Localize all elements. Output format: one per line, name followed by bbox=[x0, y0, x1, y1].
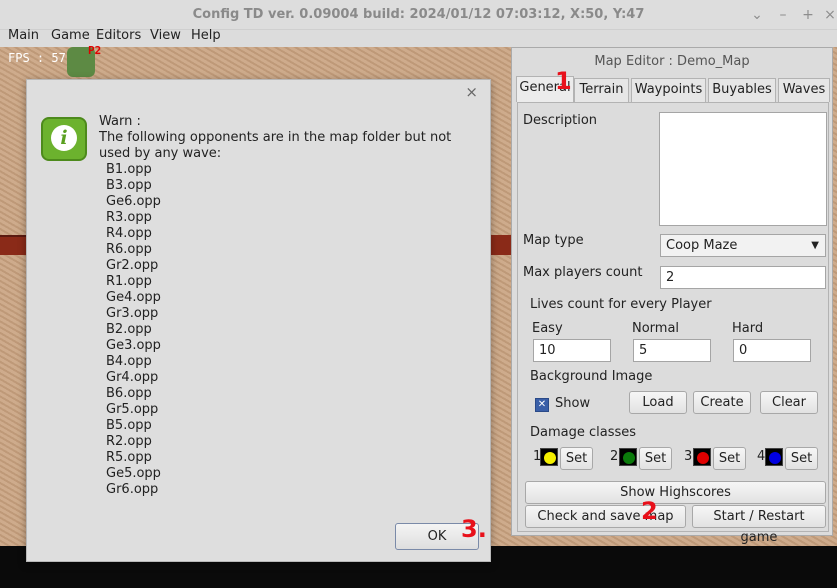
annotation-2: 2 bbox=[641, 497, 658, 525]
list-item: Ge3.opp bbox=[106, 338, 161, 353]
damage-color-swatch bbox=[693, 448, 711, 466]
background-image-label: Background Image bbox=[530, 369, 653, 384]
list-item: B6.opp bbox=[106, 386, 152, 401]
list-item: R5.opp bbox=[106, 450, 152, 465]
list-item: R4.opp bbox=[106, 226, 152, 241]
normal-label: Normal bbox=[632, 321, 680, 336]
damage-set-button[interactable]: Set bbox=[560, 447, 593, 470]
damage-color-swatch bbox=[765, 448, 783, 466]
hard-label: Hard bbox=[732, 321, 764, 336]
opponent-file-list: B1.opp B3.opp Ge6.opp R3.opp R4.opp R6.o… bbox=[106, 162, 484, 498]
easy-lives-input[interactable]: 10 bbox=[533, 339, 611, 362]
info-icon: i bbox=[41, 117, 87, 161]
menu-help[interactable]: Help bbox=[191, 28, 221, 43]
warn-dialog: × i Warn : The following opponents are i… bbox=[26, 79, 491, 562]
maximize-icon[interactable]: + bbox=[799, 6, 817, 24]
list-item: Ge5.opp bbox=[106, 466, 161, 481]
window-titlebar: Config TD ver. 0.09004 build: 2024/01/12… bbox=[0, 0, 837, 30]
easy-label: Easy bbox=[532, 321, 563, 336]
menu-view[interactable]: View bbox=[150, 28, 181, 43]
general-panel: Description Map type Coop Maze ▼ Max pla… bbox=[517, 102, 829, 545]
window-title: Config TD ver. 0.09004 build: 2024/01/12… bbox=[192, 7, 645, 22]
list-item: B3.opp bbox=[106, 178, 152, 193]
list-item: B2.opp bbox=[106, 322, 152, 337]
list-item: Ge4.opp bbox=[106, 290, 161, 305]
list-item: Gr2.opp bbox=[106, 258, 159, 273]
check-save-map-button[interactable]: Check and save map bbox=[525, 505, 686, 528]
menu-editors[interactable]: Editors bbox=[96, 28, 141, 43]
list-item: B5.opp bbox=[106, 418, 152, 433]
list-item: Gr5.opp bbox=[106, 402, 159, 417]
damage-color-swatch bbox=[619, 448, 637, 466]
damage-set-button[interactable]: Set bbox=[713, 447, 746, 470]
close-icon[interactable]: × bbox=[465, 83, 478, 101]
path-segment bbox=[0, 235, 26, 255]
clear-button[interactable]: Clear bbox=[760, 391, 818, 414]
player-tag: P2 bbox=[88, 44, 102, 57]
warn-header: Warn : bbox=[99, 114, 141, 129]
tab-terrain[interactable]: Terrain bbox=[574, 78, 629, 102]
list-item: R1.opp bbox=[106, 274, 152, 289]
chevron-down-icon: ▼ bbox=[811, 240, 819, 251]
list-item: R3.opp bbox=[106, 210, 152, 225]
path-segment bbox=[490, 235, 512, 255]
lives-label: Lives count for every Player bbox=[530, 297, 712, 312]
list-item: R2.opp bbox=[106, 434, 152, 449]
tab-buyables[interactable]: Buyables bbox=[708, 78, 776, 102]
map-type-label: Map type bbox=[523, 233, 584, 248]
map-type-select[interactable]: Coop Maze ▼ bbox=[660, 234, 826, 257]
menu-bar: Main Game Editors View Help bbox=[0, 28, 837, 47]
menu-game[interactable]: Game bbox=[51, 28, 90, 43]
damage-classes-label: Damage classes bbox=[530, 425, 637, 440]
list-item: R6.opp bbox=[106, 242, 152, 257]
normal-lives-input[interactable]: 5 bbox=[633, 339, 711, 362]
show-highscores-button[interactable]: Show Highscores bbox=[525, 481, 826, 504]
hard-lives-input[interactable]: 0 bbox=[733, 339, 811, 362]
description-label: Description bbox=[523, 113, 598, 128]
damage-set-button[interactable]: Set bbox=[639, 447, 672, 470]
damage-color-dot bbox=[697, 452, 709, 464]
damage-color-swatch bbox=[540, 448, 558, 466]
description-textarea[interactable] bbox=[659, 112, 827, 226]
show-label: Show bbox=[555, 396, 591, 411]
fps-counter: FPS : 57 bbox=[8, 51, 66, 65]
damage-set-button[interactable]: Set bbox=[785, 447, 818, 470]
tab-waves[interactable]: Waves bbox=[778, 78, 830, 102]
warn-text: The following opponents are in the map f… bbox=[99, 130, 452, 161]
list-item: B1.opp bbox=[106, 162, 152, 177]
damage-class-number: 3 bbox=[684, 449, 693, 464]
dropdown-icon[interactable]: ⌄ bbox=[748, 6, 766, 24]
list-item: Gr6.opp bbox=[106, 482, 159, 497]
show-checkbox[interactable]: ✕ bbox=[535, 398, 549, 412]
start-restart-button[interactable]: Start / Restart game bbox=[692, 505, 826, 545]
menu-main[interactable]: Main bbox=[8, 28, 39, 43]
map-editor-window: Map Editor : Demo_Map General Terrain Wa… bbox=[511, 47, 833, 545]
create-button[interactable]: Create bbox=[693, 391, 751, 414]
annotation-3: 3. bbox=[461, 515, 487, 543]
damage-color-dot bbox=[544, 452, 556, 464]
list-item: B4.opp bbox=[106, 354, 152, 369]
damage-class-number: 2 bbox=[610, 449, 619, 464]
list-item: Gr3.opp bbox=[106, 306, 159, 321]
annotation-1: 1 bbox=[555, 67, 572, 95]
list-item: Gr4.opp bbox=[106, 370, 159, 385]
max-players-input[interactable]: 2 bbox=[660, 266, 826, 289]
close-icon[interactable]: × bbox=[821, 6, 837, 24]
minimize-icon[interactable]: – bbox=[774, 6, 792, 24]
max-players-label: Max players count bbox=[523, 265, 643, 280]
damage-color-dot bbox=[623, 452, 635, 464]
map-type-value: Coop Maze bbox=[666, 238, 738, 253]
load-button[interactable]: Load bbox=[629, 391, 687, 414]
damage-color-dot bbox=[769, 452, 781, 464]
list-item: Ge6.opp bbox=[106, 194, 161, 209]
tab-waypoints[interactable]: Waypoints bbox=[631, 78, 706, 102]
